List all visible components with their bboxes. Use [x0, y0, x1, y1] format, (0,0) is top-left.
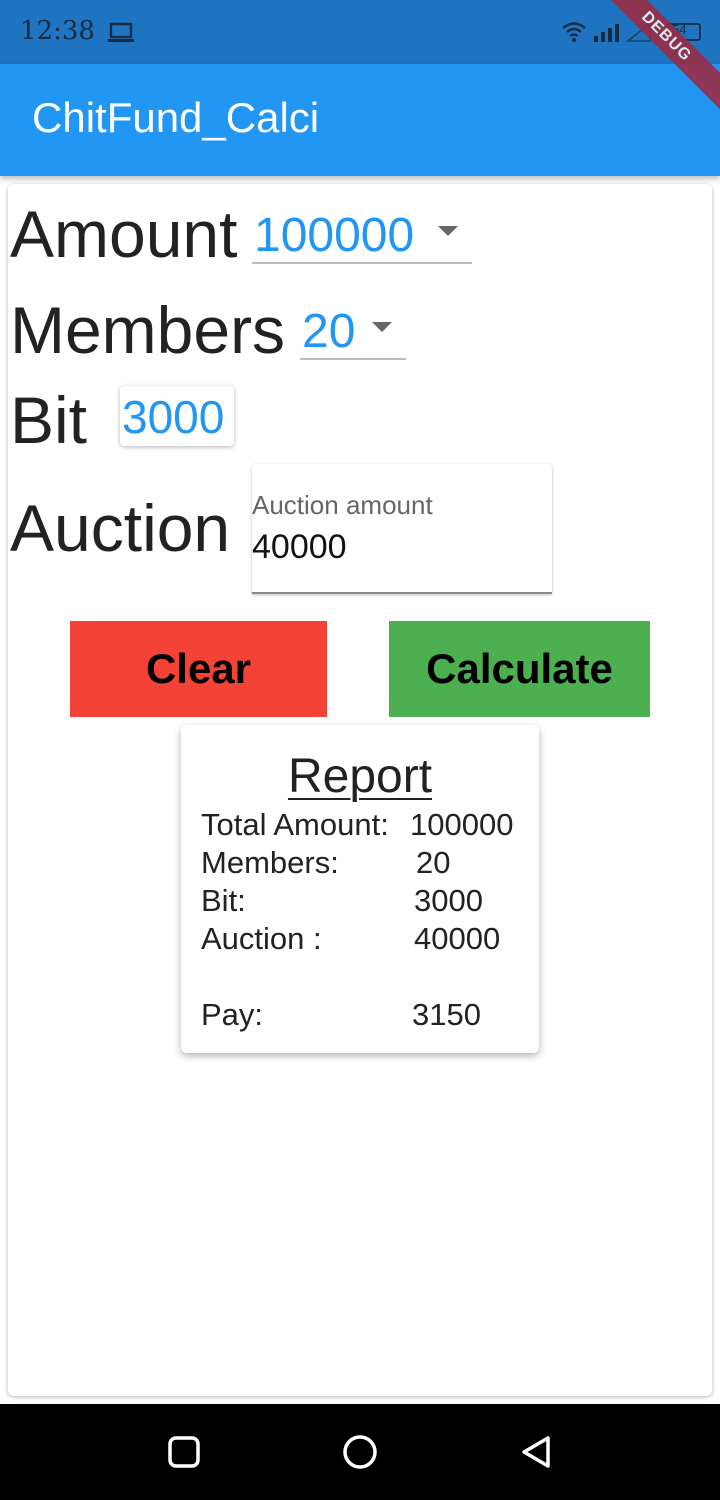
report-total-amount-label: Total Amount: — [201, 807, 389, 842]
members-label: Members — [10, 293, 286, 367]
auction-floating-label: Auction amount — [252, 490, 433, 520]
report-auction-value: 40000 — [414, 921, 501, 956]
app-title: ChitFund_Calci — [32, 94, 320, 141]
amount-dropdown[interactable]: 100000 — [252, 202, 472, 264]
members-dropdown-value: 20 — [302, 305, 356, 358]
chevron-down-icon — [438, 226, 458, 236]
home-circle-icon[interactable] — [342, 1434, 378, 1470]
app-bar: ChitFund_Calci — [0, 64, 720, 176]
recents-square-icon[interactable] — [166, 1434, 202, 1470]
auction-label: Auction — [10, 491, 231, 565]
bit-value: 3000 — [122, 391, 225, 443]
report-pay-value: 3150 — [412, 997, 481, 1032]
wifi-icon — [562, 22, 586, 42]
report-title: Report — [287, 750, 433, 803]
report-members-value: 20 — [416, 845, 451, 880]
report-pay-label: Pay: — [201, 997, 264, 1032]
chevron-down-icon — [372, 322, 392, 332]
amount-label: Amount — [10, 197, 238, 271]
report-bit-label: Bit: — [201, 883, 246, 918]
navigation-bar — [0, 1404, 720, 1500]
bit-label: Bit — [10, 383, 88, 457]
report-bit-value: 3000 — [414, 883, 483, 918]
clear-button[interactable]: Clear — [70, 621, 327, 717]
amount-dropdown-value: 100000 — [254, 209, 415, 262]
laptop-icon — [108, 22, 134, 42]
members-dropdown[interactable]: 20 — [300, 298, 406, 360]
report-auction-label: Auction : — [201, 921, 322, 956]
status-bar: 12:38 54 — [0, 0, 720, 64]
report-members-label: Members: — [201, 845, 339, 880]
auction-amount-field[interactable]: Auction amount — [252, 464, 552, 594]
signal-icon — [594, 24, 619, 42]
report-card: Report Total Amount: 100000 Members: 20 … — [181, 725, 539, 1053]
back-triangle-icon[interactable] — [518, 1434, 554, 1470]
bit-field[interactable]: 3000 — [120, 386, 234, 446]
auction-amount-input[interactable] — [252, 528, 542, 567]
status-time: 12:38 — [20, 16, 95, 46]
report-total-amount-value: 100000 — [410, 807, 514, 842]
calculate-button[interactable]: Calculate — [389, 621, 650, 717]
